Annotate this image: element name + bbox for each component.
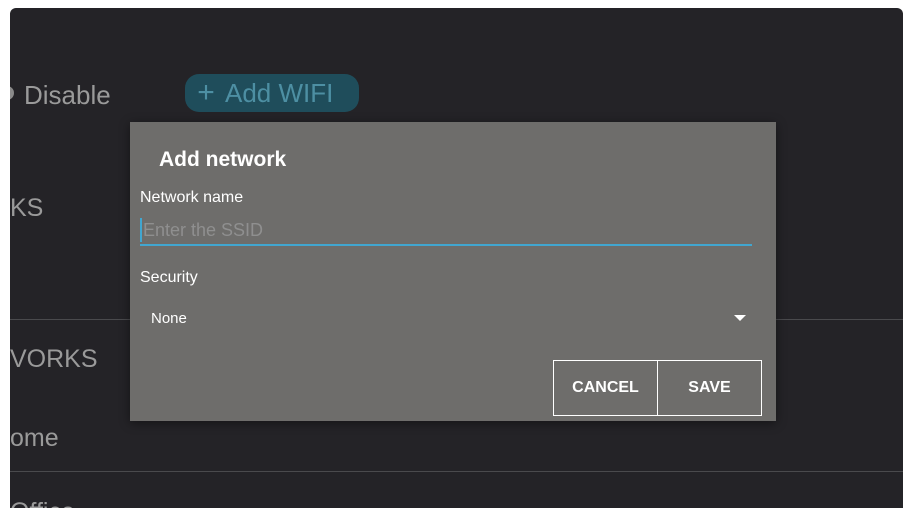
add-network-dialog: Add network Network name Security None C… xyxy=(130,122,776,421)
security-label: Security xyxy=(140,269,198,286)
cancel-button[interactable]: CANCEL xyxy=(553,360,658,416)
add-wifi-button[interactable]: + Add WIFI xyxy=(185,74,359,112)
network-name-label: Network name xyxy=(140,189,244,206)
toggle-switch-icon[interactable] xyxy=(10,86,14,100)
security-selected-value: None xyxy=(151,310,187,327)
add-wifi-label: Add WIFI xyxy=(225,78,334,108)
security-dropdown[interactable]: None xyxy=(140,302,756,334)
network-item-office[interactable]: Office xyxy=(10,498,75,508)
caret-down-icon xyxy=(734,315,746,321)
network-item-home[interactable]: ome xyxy=(10,424,59,453)
save-button[interactable]: SAVE xyxy=(657,360,762,416)
saved-networks-header: KS xyxy=(10,194,44,222)
dialog-title: Add network xyxy=(159,148,287,171)
ssid-input[interactable] xyxy=(140,216,752,246)
divider xyxy=(10,471,903,472)
disable-label: Disable xyxy=(24,80,111,110)
text-cursor xyxy=(140,218,142,242)
plus-icon: + xyxy=(197,76,215,109)
available-networks-header: VORKS xyxy=(10,345,98,373)
